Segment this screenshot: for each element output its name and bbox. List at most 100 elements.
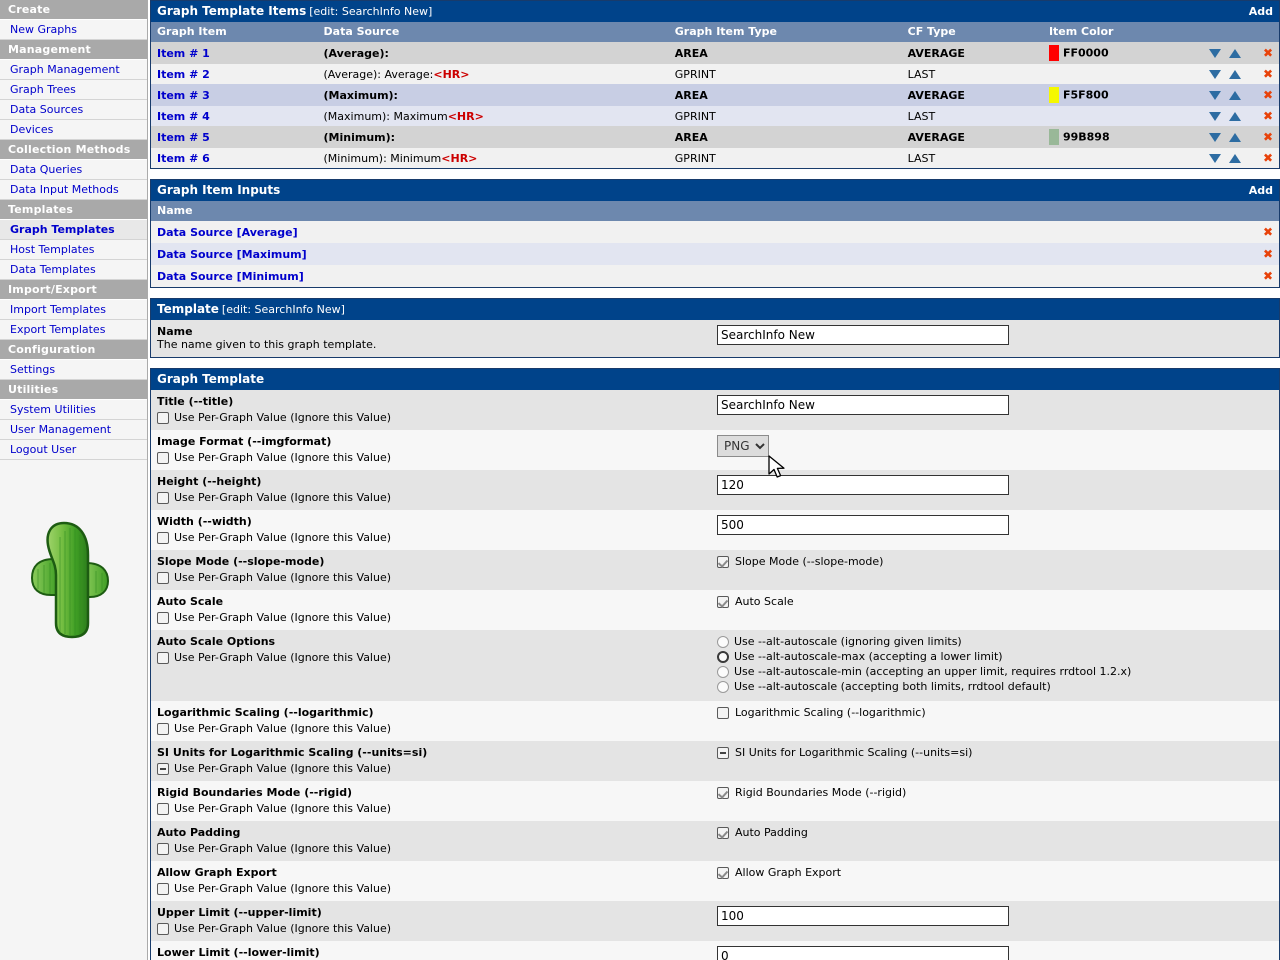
- sidebar-item-graph-management[interactable]: Graph Management: [0, 60, 147, 80]
- per-graph-value-checkbox-width[interactable]: [157, 531, 169, 544]
- auto_scale_options-radio-1[interactable]: [717, 650, 729, 663]
- per-graph-value-checkbox-slope_mode[interactable]: [157, 571, 169, 584]
- gti-type-cell: AREA: [668, 126, 902, 148]
- logarithmic-checkbox[interactable]: [717, 706, 729, 719]
- per-graph-value-checkbox-upper_limit[interactable]: [157, 922, 169, 935]
- delete-icon[interactable]: ✖: [1263, 109, 1273, 123]
- sidebar-item-devices[interactable]: Devices: [0, 120, 147, 140]
- auto_scale_options-radio-row-2: Use --alt-autoscale-min (accepting an up…: [717, 665, 1273, 678]
- rigid-checkbox-label: Rigid Boundaries Mode (--rigid): [735, 786, 907, 799]
- title-input[interactable]: [717, 395, 1009, 415]
- auto_scale_options-radio-3[interactable]: [717, 680, 729, 693]
- delete-icon[interactable]: ✖: [1263, 247, 1273, 261]
- gti-datasource-cell: (Minimum): Minimum<HR>: [317, 148, 669, 168]
- gti-item-link[interactable]: Item # 1: [157, 47, 210, 60]
- gii-name-link[interactable]: Data Source [Maximum]: [157, 248, 307, 261]
- add-graph-template-item-link[interactable]: Add: [1249, 5, 1273, 18]
- sidebar-item-import-templates[interactable]: Import Templates: [0, 300, 147, 320]
- form-label-cell-allow_export: Allow Graph Export Use Per-Graph Value (I…: [151, 861, 711, 901]
- move-down-icon[interactable]: [1208, 49, 1221, 58]
- sidebar-item-system-utilities[interactable]: System Utilities: [0, 400, 147, 420]
- sidebar-item-export-templates[interactable]: Export Templates: [0, 320, 147, 340]
- per-graph-value-checkbox-units_si[interactable]: [157, 762, 169, 775]
- delete-icon[interactable]: ✖: [1263, 46, 1273, 60]
- move-up-icon[interactable]: [1228, 154, 1241, 163]
- move-up-icon[interactable]: [1228, 49, 1241, 58]
- per-graph-value-checkbox-auto_scale[interactable]: [157, 611, 169, 624]
- template-name-input-cell: [711, 320, 1279, 357]
- auto_padding-checkbox[interactable]: [717, 826, 729, 839]
- per-graph-value-checkbox-logarithmic[interactable]: [157, 722, 169, 735]
- form-row-upper_limit: Upper Limit (--upper-limit) Use Per-Graph…: [151, 901, 1279, 941]
- graph-template-items-title-group: Graph Template Items [edit: SearchInfo Ne…: [157, 4, 432, 18]
- delete-icon[interactable]: ✖: [1263, 225, 1273, 239]
- gti-item-link[interactable]: Item # 5: [157, 131, 210, 144]
- per-graph-value-checkbox-auto_padding[interactable]: [157, 842, 169, 855]
- sidebar-item-new-graphs[interactable]: New Graphs: [0, 20, 147, 40]
- per-graph-value-checkbox-rigid[interactable]: [157, 802, 169, 815]
- form-row-slope_mode: Slope Mode (--slope-mode) Use Per-Graph V…: [151, 550, 1279, 590]
- sidebar-item-data-sources[interactable]: Data Sources: [0, 100, 147, 120]
- graph-item-inputs-body: Data Source [Average] ✖ Data Source [Maxim…: [151, 221, 1279, 287]
- move-down-icon[interactable]: [1208, 154, 1221, 163]
- graph-template-title: Graph Template: [157, 372, 265, 386]
- sidebar-item-logout-user[interactable]: Logout User: [0, 440, 147, 460]
- move-down-icon[interactable]: [1208, 91, 1221, 100]
- move-down-icon[interactable]: [1208, 70, 1221, 79]
- auto_scale_options-radio-0[interactable]: [717, 635, 729, 648]
- lower_limit-input[interactable]: [717, 946, 1009, 960]
- auto_scale_options-radio-2[interactable]: [717, 665, 729, 678]
- per-graph-value-checkbox-height[interactable]: [157, 491, 169, 504]
- auto_scale-checkbox[interactable]: [717, 595, 729, 608]
- move-down-icon[interactable]: [1208, 133, 1221, 142]
- move-up-icon[interactable]: [1228, 133, 1241, 142]
- gti-item-link[interactable]: Item # 4: [157, 110, 210, 123]
- gti-col-actions-5: [1198, 22, 1257, 42]
- gti-item-link[interactable]: Item # 6: [157, 152, 210, 165]
- per-graph-value-checkbox-allow_export[interactable]: [157, 882, 169, 895]
- per-graph-value-row-allow_export: Use Per-Graph Value (Ignore this Value): [157, 882, 705, 895]
- delete-icon[interactable]: ✖: [1263, 67, 1273, 81]
- sidebar-item-data-queries[interactable]: Data Queries: [0, 160, 147, 180]
- sidebar-item-graph-templates[interactable]: Graph Templates: [0, 220, 147, 240]
- per-graph-value-row-rigid: Use Per-Graph Value (Ignore this Value): [157, 802, 705, 815]
- slope_mode-checkbox[interactable]: [717, 555, 729, 568]
- delete-icon[interactable]: ✖: [1263, 88, 1273, 102]
- per-graph-value-checkbox-auto_scale_options[interactable]: [157, 651, 169, 664]
- form-label-width: Width (--width): [157, 515, 252, 528]
- move-up-icon[interactable]: [1228, 112, 1241, 121]
- gii-name-link[interactable]: Data Source [Average]: [157, 226, 298, 239]
- rigid-checkbox[interactable]: [717, 786, 729, 799]
- gti-item-link[interactable]: Item # 3: [157, 89, 210, 102]
- height-input[interactable]: [717, 475, 1009, 495]
- delete-icon[interactable]: ✖: [1263, 151, 1273, 165]
- move-down-icon[interactable]: [1208, 112, 1221, 121]
- template-name-input[interactable]: [717, 325, 1009, 345]
- gii-name-link[interactable]: Data Source [Minimum]: [157, 270, 304, 283]
- graph-item-inputs-table: Name Data Source [Average] ✖ Data Source […: [151, 201, 1279, 287]
- move-up-icon[interactable]: [1228, 70, 1241, 79]
- add-graph-item-input-link[interactable]: Add: [1249, 184, 1273, 197]
- gti-datasource-cell: (Minimum):: [317, 126, 669, 148]
- gti-datasource-cell: (Maximum): Maximum<HR>: [317, 106, 669, 126]
- delete-icon[interactable]: ✖: [1263, 269, 1273, 283]
- move-up-icon[interactable]: [1228, 91, 1241, 100]
- sidebar-item-graph-trees[interactable]: Graph Trees: [0, 80, 147, 100]
- delete-icon[interactable]: ✖: [1263, 130, 1273, 144]
- per-graph-value-checkbox-imgformat[interactable]: [157, 451, 169, 464]
- allow_export-checkbox[interactable]: [717, 866, 729, 879]
- sidebar-item-host-templates[interactable]: Host Templates: [0, 240, 147, 260]
- width-input[interactable]: [717, 515, 1009, 535]
- sidebar-item-settings[interactable]: Settings: [0, 360, 147, 380]
- sidebar-item-user-management[interactable]: User Management: [0, 420, 147, 440]
- sidebar-item-data-templates[interactable]: Data Templates: [0, 260, 147, 280]
- units_si-checkbox[interactable]: [717, 746, 729, 759]
- gti-datasource-hr-tag: <HR>: [433, 67, 470, 81]
- per-graph-value-checkbox-title[interactable]: [157, 411, 169, 424]
- color-hex-label: 99B898: [1062, 130, 1110, 144]
- upper_limit-input[interactable]: [717, 906, 1009, 926]
- sidebar-item-data-input-methods[interactable]: Data Input Methods: [0, 180, 147, 200]
- gti-item-link[interactable]: Item # 2: [157, 68, 210, 81]
- imgformat-select[interactable]: PNGGIFSVG: [717, 435, 769, 457]
- color-hex-label: FF0000: [1062, 46, 1109, 60]
